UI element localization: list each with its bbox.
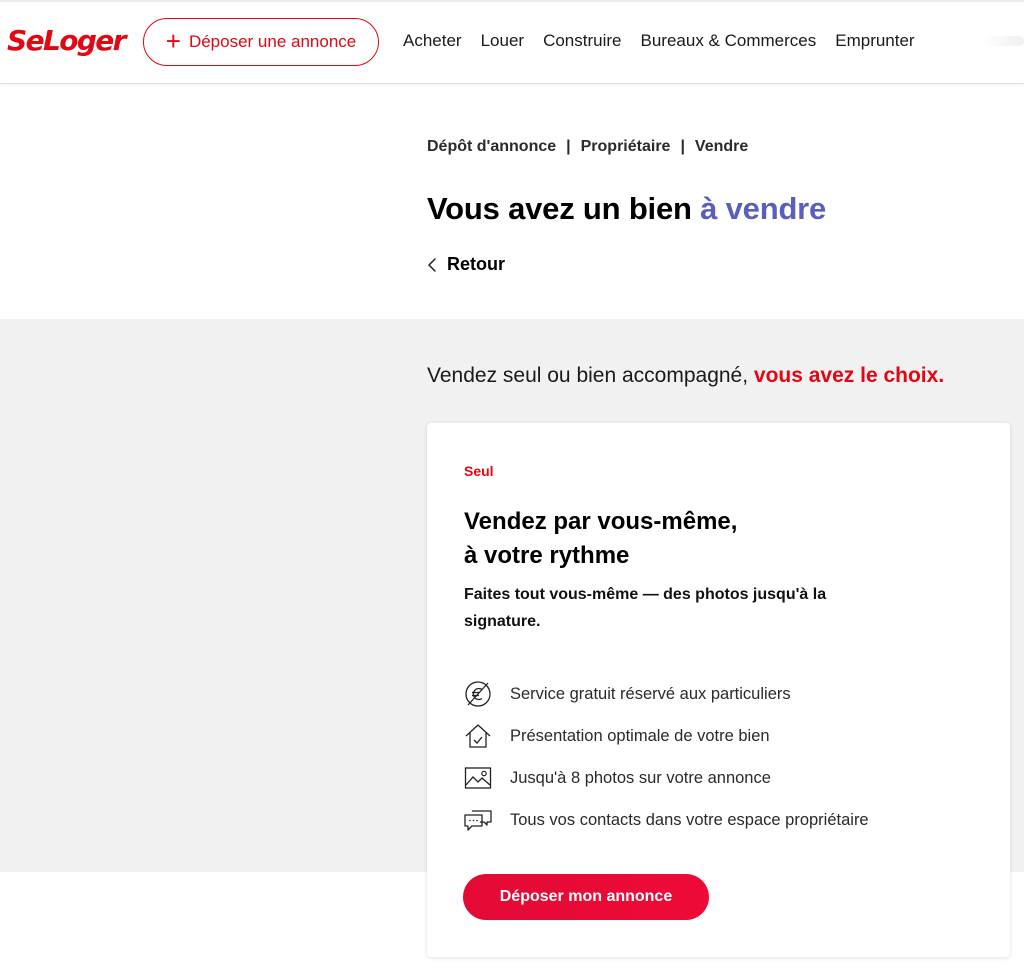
back-link-label: Retour <box>447 254 505 274</box>
feature-text: Service gratuit réservé aux particuliers <box>510 684 791 703</box>
card-heading-line1: Vendez par vous-même, <box>464 508 738 535</box>
card-heading: Vendez par vous-même, à votre rythme <box>464 505 737 573</box>
breadcrumb-item-vendre: Vendre <box>694 138 749 155</box>
choice-heading: Vendez seul ou bien accompagné, vous ave… <box>427 364 944 388</box>
feature-item: Tous vos contacts dans votre espace prop… <box>462 799 869 841</box>
chevron-left-icon <box>428 257 436 272</box>
breadcrumb: Dépôt d'annonce | Propriétaire | Vendre <box>427 138 748 156</box>
nav-item-emprunter[interactable]: Emprunter <box>835 31 914 51</box>
feature-text: Jusqu'à 8 photos sur votre annonce <box>510 768 771 787</box>
back-link[interactable]: Retour <box>427 254 505 275</box>
house-check-icon <box>462 721 494 751</box>
breadcrumb-item-depot[interactable]: Dépôt d'annonce <box>427 138 556 156</box>
feature-item: Jusqu'à 8 photos sur votre annonce <box>462 757 869 799</box>
nav-item-louer[interactable]: Louer <box>481 31 524 51</box>
feature-text: Présentation optimale de votre bien <box>510 726 770 745</box>
chat-bubbles-icon <box>462 805 494 835</box>
photo-icon <box>462 763 494 793</box>
page-title: Vous avez un bien à vendre <box>427 191 826 227</box>
post-listing-label: Déposer une annonce <box>188 32 357 51</box>
header-overflow-fade <box>982 36 1024 46</box>
post-my-listing-button[interactable]: Déposer mon annonce <box>463 874 709 920</box>
breadcrumb-item-proprietaire[interactable]: Propriétaire <box>581 138 671 156</box>
feature-item: Présentation optimale de votre bien <box>462 715 869 757</box>
choice-accent: vous avez le choix. <box>753 364 945 387</box>
feature-item: Service gratuit réservé aux particuliers <box>462 673 869 715</box>
main-nav: Acheter Louer Construire Bureaux & Comme… <box>403 31 934 51</box>
nav-item-construire[interactable]: Construire <box>543 31 621 51</box>
card-subtitle: Faites tout vous-même — des photos jusqu… <box>464 586 827 630</box>
page-title-text: Vous avez un bien <box>427 191 701 226</box>
feature-text: Tous vos contacts dans votre espace prop… <box>510 810 869 829</box>
page-title-accent: à vendre <box>700 191 827 226</box>
breadcrumb-separator: | <box>680 138 685 155</box>
seloger-logo[interactable]: SeLoger <box>7 24 126 57</box>
breadcrumb-separator: | <box>566 138 571 155</box>
feature-list: Service gratuit réservé aux particuliers… <box>462 673 869 841</box>
sell-alone-card: Seul Vendez par vous-même, à votre rythm… <box>427 423 1010 957</box>
post-listing-button[interactable]: + Déposer une annonce <box>143 18 379 66</box>
nav-item-acheter[interactable]: Acheter <box>403 31 462 51</box>
header-top-line <box>0 0 1024 2</box>
nav-item-bureaux-commerces[interactable]: Bureaux & Commerces <box>641 31 817 51</box>
card-tag: Seul <box>464 463 494 479</box>
site-header: SeLoger + Déposer une annonce Acheter Lo… <box>0 0 1024 84</box>
plus-icon: + <box>165 26 181 56</box>
no-euro-icon <box>462 679 494 709</box>
choice-text: Vendez seul ou bien accompagné, <box>427 364 754 387</box>
card-heading-line2: à votre rythme <box>464 542 630 569</box>
